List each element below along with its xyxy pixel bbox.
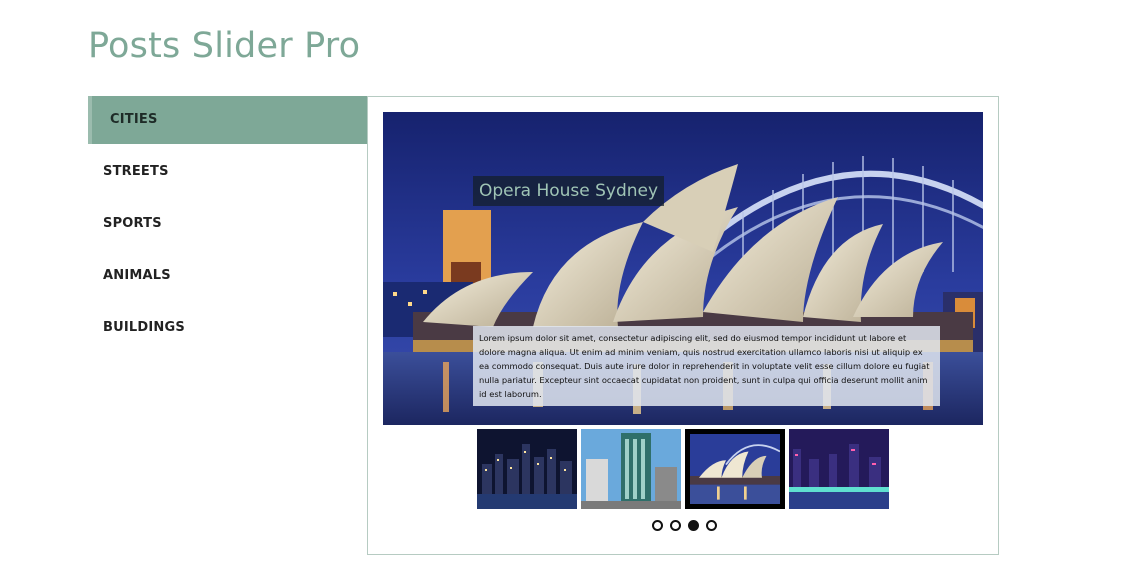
- slider-pagination: [368, 520, 1000, 531]
- tab-cities[interactable]: CITIES: [88, 96, 368, 144]
- category-tabs: CITIES STREETS SPORTS ANIMALS BUILDINGS: [88, 96, 368, 356]
- pagination-dot-2[interactable]: [669, 520, 681, 531]
- slide-title: Opera House Sydney: [473, 176, 665, 206]
- slider-panel: Opera House Sydney Lorem ipsum dolor sit…: [367, 96, 999, 555]
- page-title: Posts Slider Pro: [88, 26, 361, 66]
- thumbnail-4[interactable]: [789, 429, 889, 509]
- main-slide[interactable]: Opera House Sydney Lorem ipsum dolor sit…: [383, 112, 983, 425]
- office-tower-image: [581, 429, 681, 509]
- pagination-dot-3[interactable]: [687, 520, 699, 531]
- slide-excerpt: Lorem ipsum dolor sit amet, consectetur …: [473, 326, 940, 406]
- tab-streets[interactable]: STREETS: [88, 148, 368, 196]
- thumbnail-1[interactable]: [477, 429, 577, 509]
- thumbnail-strip: [477, 429, 889, 509]
- city-night-skyline-image: [477, 429, 577, 509]
- pagination-dot-4[interactable]: [705, 520, 717, 531]
- opera-house-image: [690, 434, 780, 504]
- thumbnail-2[interactable]: [581, 429, 681, 509]
- tab-sports[interactable]: SPORTS: [88, 200, 368, 248]
- tab-buildings[interactable]: BUILDINGS: [88, 304, 368, 352]
- city-night-waterfront-image: [789, 429, 889, 509]
- tab-animals[interactable]: ANIMALS: [88, 252, 368, 300]
- thumbnail-3[interactable]: [685, 429, 785, 509]
- pagination-dot-1[interactable]: [651, 520, 663, 531]
